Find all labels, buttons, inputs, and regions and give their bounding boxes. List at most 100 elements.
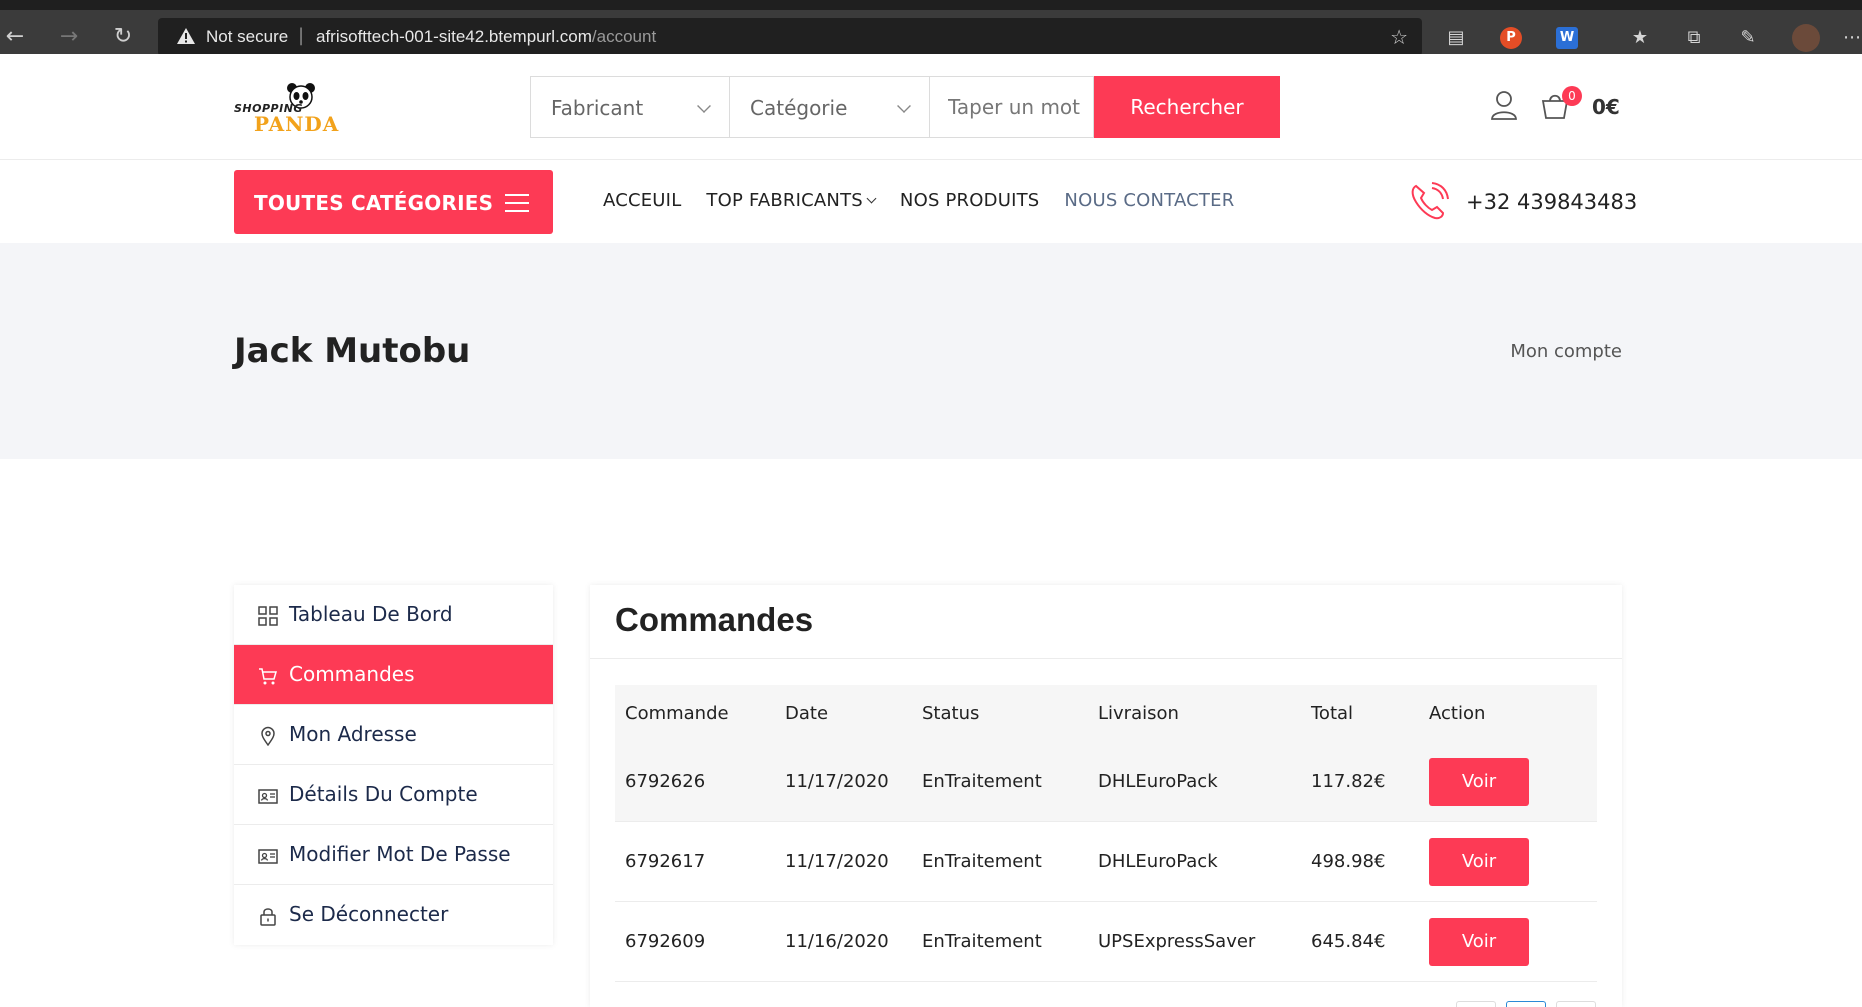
category-select-value: Catégorie	[750, 96, 848, 120]
cart-count-badge: 0	[1562, 86, 1582, 106]
search-button[interactable]: Rechercher	[1094, 76, 1280, 138]
category-select[interactable]: Catégorie	[730, 76, 930, 138]
sidebar-item-orders[interactable]: Commandes	[234, 645, 553, 705]
table-row: 6792626 11/17/2020 EnTraitement DHLEuroP…	[615, 742, 1597, 822]
url-host: afrisofttech-001-site42.btempurl.com	[316, 27, 592, 46]
forward-arrow-icon[interactable]: →	[56, 24, 82, 50]
order-date: 11/16/2020	[785, 931, 889, 952]
profile-avatar[interactable]	[1792, 24, 1820, 52]
order-delivery: DHLEuroPack	[1098, 771, 1218, 792]
site-header: SHOPPING PANDA Fabricant Catégorie Reche…	[0, 54, 1862, 160]
sidebar-item-label: Mon Adresse	[289, 722, 417, 746]
pagination-button[interactable]	[1556, 1001, 1596, 1007]
order-status: EnTraitement	[922, 931, 1042, 952]
page-title: Jack Mutobu	[234, 331, 471, 371]
extension-p-icon[interactable]: P	[1500, 27, 1522, 49]
main-menu: ACCEUIL TOP FABRICANTS NOS PRODUITS NOUS…	[603, 190, 1259, 211]
table-header: Commande Date Status Livraison Total Act…	[615, 685, 1597, 742]
order-delivery: UPSExpressSaver	[1098, 931, 1256, 952]
sidebar-item-address[interactable]: Mon Adresse	[234, 705, 553, 765]
table-row: 6792609 11/16/2020 EnTraitement UPSExpre…	[615, 902, 1597, 982]
phone-icon	[1411, 182, 1449, 220]
not-secure-label: Not secure	[206, 27, 289, 46]
manufacturer-select-value: Fabricant	[551, 96, 644, 120]
main-navbar: TOUTES CATÉGORIES ACCEUIL TOP FABRICANTS…	[0, 160, 1862, 243]
nav-item-top-manufacturers-label: TOP FABRICANTS	[706, 190, 863, 211]
cart-total[interactable]: 0€	[1592, 95, 1620, 119]
order-id: 6792626	[625, 771, 706, 792]
back-arrow-icon[interactable]: ←	[2, 24, 28, 50]
sidebar-item-account-details[interactable]: Détails Du Compte	[234, 765, 553, 825]
column-header: Status	[922, 703, 980, 724]
chevron-down-icon	[866, 193, 877, 204]
order-total: 645.84€	[1311, 931, 1386, 952]
column-header: Livraison	[1098, 703, 1179, 724]
order-date: 11/17/2020	[785, 851, 889, 872]
warning-icon	[177, 28, 195, 44]
page-icon[interactable]: ▤	[1444, 26, 1468, 50]
address-separator: |	[298, 25, 305, 46]
sidebar-item-change-password[interactable]: Modifier Mot De Passe	[234, 825, 553, 885]
order-total: 117.82€	[1311, 771, 1386, 792]
search-bar: Fabricant Catégorie Rechercher	[530, 76, 1280, 138]
view-order-button[interactable]: Voir	[1429, 917, 1529, 966]
order-delivery: DHLEuroPack	[1098, 851, 1218, 872]
pagination-button-active[interactable]	[1506, 1001, 1546, 1007]
url-path: /account	[591, 27, 657, 46]
hamburger-menu-icon	[505, 194, 529, 212]
order-date: 11/17/2020	[785, 771, 889, 792]
browser-toolbar: ← → ↻ Not secure | afrisofttech-001-site…	[0, 0, 1862, 56]
manufacturer-select[interactable]: Fabricant	[530, 76, 730, 138]
sidebar-item-label: Se Déconnecter	[289, 902, 449, 926]
view-order-button[interactable]: Voir	[1429, 837, 1529, 886]
sidebar-item-dashboard[interactable]: Tableau De Bord	[234, 585, 553, 645]
orders-table: Commande Date Status Livraison Total Act…	[615, 685, 1597, 982]
search-input[interactable]	[930, 76, 1094, 138]
orders-heading: Commandes	[615, 601, 814, 638]
lock-icon	[260, 908, 276, 926]
all-categories-label: TOUTES CATÉGORIES	[254, 191, 494, 215]
divider	[590, 658, 1622, 659]
location-pin-icon	[261, 726, 275, 746]
breadcrumb: Mon compte	[1510, 341, 1622, 362]
logo-text-bottom: PANDA	[254, 112, 340, 136]
sidebar-item-label: Modifier Mot De Passe	[289, 842, 511, 866]
favorites-list-icon[interactable]: ★	[1628, 26, 1652, 50]
grid-icon	[258, 606, 278, 626]
order-total: 498.98€	[1311, 851, 1386, 872]
page-banner: Jack Mutobu Mon compte	[0, 243, 1862, 459]
table-row: 6792617 11/17/2020 EnTraitement DHLEuroP…	[615, 822, 1597, 902]
view-order-button[interactable]: Voir	[1429, 757, 1529, 806]
url-text: afrisofttech-001-site42.btempurl.com/acc…	[316, 27, 656, 47]
extension-word-icon[interactable]: W	[1556, 27, 1578, 49]
feedback-icon[interactable]: ✎	[1736, 26, 1760, 50]
reload-icon[interactable]: ↻	[110, 24, 136, 50]
order-status: EnTraitement	[922, 771, 1042, 792]
pagination-button[interactable]	[1456, 1001, 1496, 1007]
column-header: Date	[785, 703, 829, 724]
order-status: EnTraitement	[922, 851, 1042, 872]
phone-number[interactable]: +32 439843483	[1466, 190, 1637, 214]
sidebar-item-logout[interactable]: Se Déconnecter	[234, 885, 553, 945]
favorite-star-icon[interactable]: ☆	[1390, 25, 1408, 49]
column-header: Commande	[625, 703, 729, 724]
sidebar-item-label: Tableau De Bord	[289, 602, 453, 626]
nav-item-home[interactable]: ACCEUIL	[603, 190, 681, 211]
order-id: 6792609	[625, 931, 706, 952]
address-bar[interactable]: Not secure | afrisofttech-001-site42.bte…	[158, 18, 1422, 56]
column-header: Total	[1311, 703, 1354, 724]
id-card-icon	[258, 789, 278, 804]
nav-item-products[interactable]: NOS PRODUITS	[900, 190, 1039, 211]
site-logo[interactable]: SHOPPING PANDA	[234, 82, 338, 136]
user-icon[interactable]	[1490, 90, 1518, 120]
more-menu-icon[interactable]: ⋯	[1840, 26, 1862, 50]
nav-item-contact[interactable]: NOUS CONTACTER	[1064, 190, 1234, 211]
orders-panel: Commandes Commande Date Status Livraison…	[590, 585, 1622, 1007]
chevron-down-icon	[697, 99, 711, 113]
all-categories-button[interactable]: TOUTES CATÉGORIES	[234, 170, 553, 234]
chevron-down-icon	[897, 99, 911, 113]
nav-item-top-manufacturers[interactable]: TOP FABRICANTS	[706, 190, 877, 211]
column-header: Action	[1429, 703, 1486, 724]
collections-icon[interactable]: ⧉	[1682, 26, 1706, 50]
account-sidebar: Tableau De Bord Commandes Mon Adresse Dé…	[234, 585, 553, 945]
